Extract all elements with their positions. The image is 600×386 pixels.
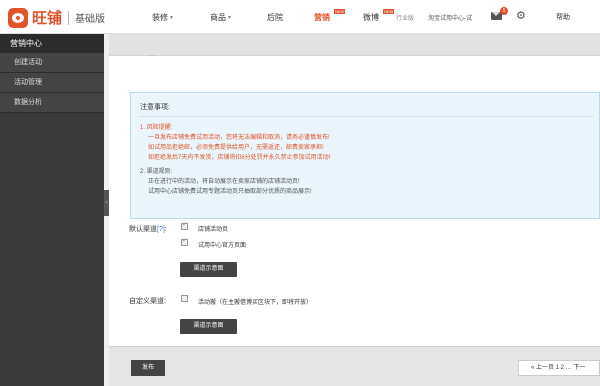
gear-icon[interactable]: ⚙ [516, 11, 526, 22]
custom-channel-label: 自定义渠道: [129, 298, 166, 305]
sidebar-item-create-campaign[interactable]: 创建活动 [0, 53, 104, 73]
content-panel: … 注意事项: 1. 风险提醒: 一旦发布店铺免费试用活动，您将无法编辑和取消，… [109, 52, 600, 346]
nav-marketing-label: 营销 [314, 12, 330, 22]
nav-weibo-label: 微博 [363, 12, 379, 22]
nav-industry-label: 行业版 [396, 15, 415, 22]
new-badge: NEW [383, 9, 395, 14]
default-channel-demo-button[interactable]: 渠道示意图 [180, 262, 237, 277]
activity-bar-label: 活动搬（在主搬借博买区块下，即将开放） [198, 300, 313, 306]
trial-center-label: 淘宝试用中心-试 [428, 15, 472, 22]
default-channel-label: 默认渠道[?]: [129, 224, 167, 234]
pagination[interactable]: « 上一页 1 2 … 下一 [518, 360, 600, 376]
store-activity-page-checkbox[interactable] [181, 221, 188, 230]
nav-products-label: 商品 [210, 12, 226, 22]
publish-button[interactable]: 发布 [131, 360, 165, 376]
new-badge: NEW [334, 9, 346, 14]
trial-center-link[interactable]: 淘宝试用中心-试 [428, 0, 472, 34]
nav-decorate-label: 装修 [152, 12, 168, 22]
risk-title: 1. 风险提醒: [140, 125, 173, 131]
chevron-down-icon: ▾ [228, 14, 232, 21]
logo[interactable]: 旺铺 基础版 [8, 7, 105, 28]
nav-weibo[interactable]: 微博 [363, 0, 379, 34]
edition-label: 基础版 [75, 14, 106, 25]
nav-products[interactable]: 商品 ▾ [210, 0, 231, 34]
help-link[interactable]: 帮助 [556, 0, 570, 34]
chevron-down-icon: ▾ [170, 14, 174, 21]
help-label: 帮助 [556, 14, 570, 21]
store-activity-page-label: 店铺活动页 [198, 227, 229, 233]
default-channel-colon: : [164, 226, 167, 233]
risk-line: 如拒绝发后7天内不发货，店铺将扣6分处罚并永久禁止参加试用活动! [148, 155, 331, 161]
rule-line: 正在进行中的活动，将自动展示在卖家店铺的店铺活动页! [148, 179, 300, 185]
notice-box: 注意事项: 1. 风险提醒: 一旦发布店铺免费试用活动，您将无法编辑和取消，请务… [130, 92, 600, 219]
nav-marketing[interactable]: 营销 [314, 0, 330, 34]
shop-logo-icon [8, 7, 28, 28]
custom-channel-demo-button[interactable]: 渠道示意图 [180, 319, 237, 334]
logo-text: 旺铺 [32, 10, 63, 27]
rule-title: 2. 渠道规则: [140, 169, 173, 175]
default-channel-text: 默认渠道 [129, 226, 157, 233]
mail-count-badge: 5 [500, 7, 508, 15]
notice-divider [138, 116, 594, 117]
top-bar: 旺铺 基础版 装修 ▾ 商品 ▾ 后院 营销 NEW 微博 NEW 行业版 淘宝试用… [0, 0, 600, 34]
risk-line: 一旦发布店铺免费试用活动，您将无法编辑和取消，请务必谨慎发布! [148, 135, 330, 141]
activity-bar-checkbox[interactable] [181, 295, 188, 302]
trial-center-page-label: 试用中心官方页面 [198, 243, 247, 249]
nav-backyard[interactable]: 后院 [267, 0, 283, 34]
nav-decorate[interactable]: 装修 ▾ [152, 0, 173, 34]
rule-line: 试用中心店铺免费试用专题活动页只抽取部分优质的商品展示! [148, 189, 312, 195]
trial-center-page-checkbox[interactable] [181, 237, 188, 246]
nav-backyard-label: 后院 [267, 12, 283, 22]
risk-line: 如试用品拒绝邮，必须免费提供给用户，无需返还，邮费卖家承担! [148, 145, 324, 151]
content-header [109, 34, 600, 56]
sidebar-item-data-analysis[interactable]: 数据分析 [0, 93, 104, 113]
nav-industry[interactable]: 行业版 [396, 0, 414, 34]
cut-off-text: … [149, 52, 155, 58]
footer-bar: 发布 « 上一页 1 2 … 下一 [109, 346, 600, 386]
sidebar-title: 营销中心 [0, 34, 104, 53]
logo-divider [68, 10, 70, 25]
notice-title: 注意事项: [140, 104, 170, 111]
sidebar: 营销中心 创建活动 活动管理 数据分析 [0, 34, 104, 386]
help-link[interactable]: [?] [157, 226, 165, 233]
sidebar-item-campaign-management[interactable]: 活动管理 [0, 73, 104, 93]
